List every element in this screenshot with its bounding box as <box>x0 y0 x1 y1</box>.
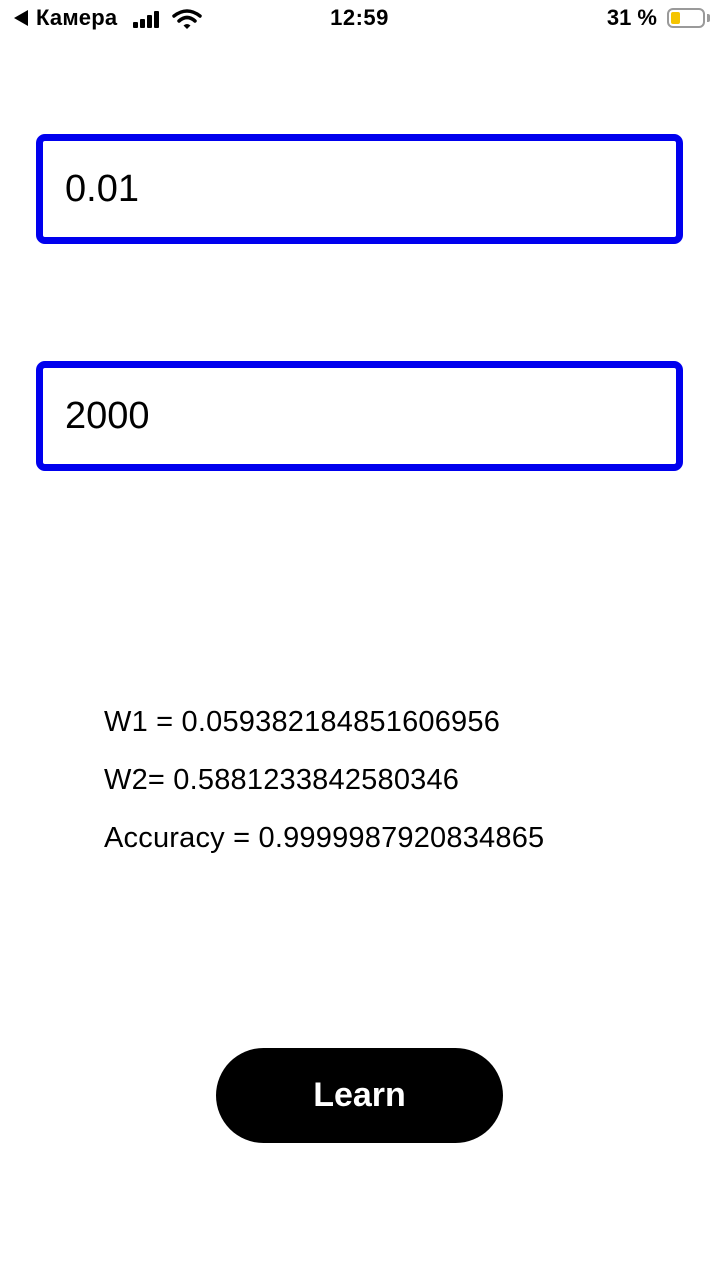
status-bar: Камера 12:59 31 % <box>0 0 719 40</box>
battery-icon <box>667 8 705 28</box>
results-panel: W1 = 0.059382184851606956 W2= 0.58812338… <box>104 693 704 867</box>
learn-button[interactable]: Learn <box>216 1048 503 1143</box>
accuracy-result: Accuracy = 0.9999987920834865 <box>104 822 545 854</box>
w2-result: W2= 0.5881233842580346 <box>104 764 460 796</box>
w1-result: W1 = 0.059382184851606956 <box>104 706 501 738</box>
battery-percent: 31 % <box>606 5 657 30</box>
battery-level <box>671 12 680 24</box>
epochs-input[interactable] <box>36 361 683 471</box>
battery-cap <box>707 14 710 22</box>
learning-rate-input[interactable] <box>36 134 683 244</box>
